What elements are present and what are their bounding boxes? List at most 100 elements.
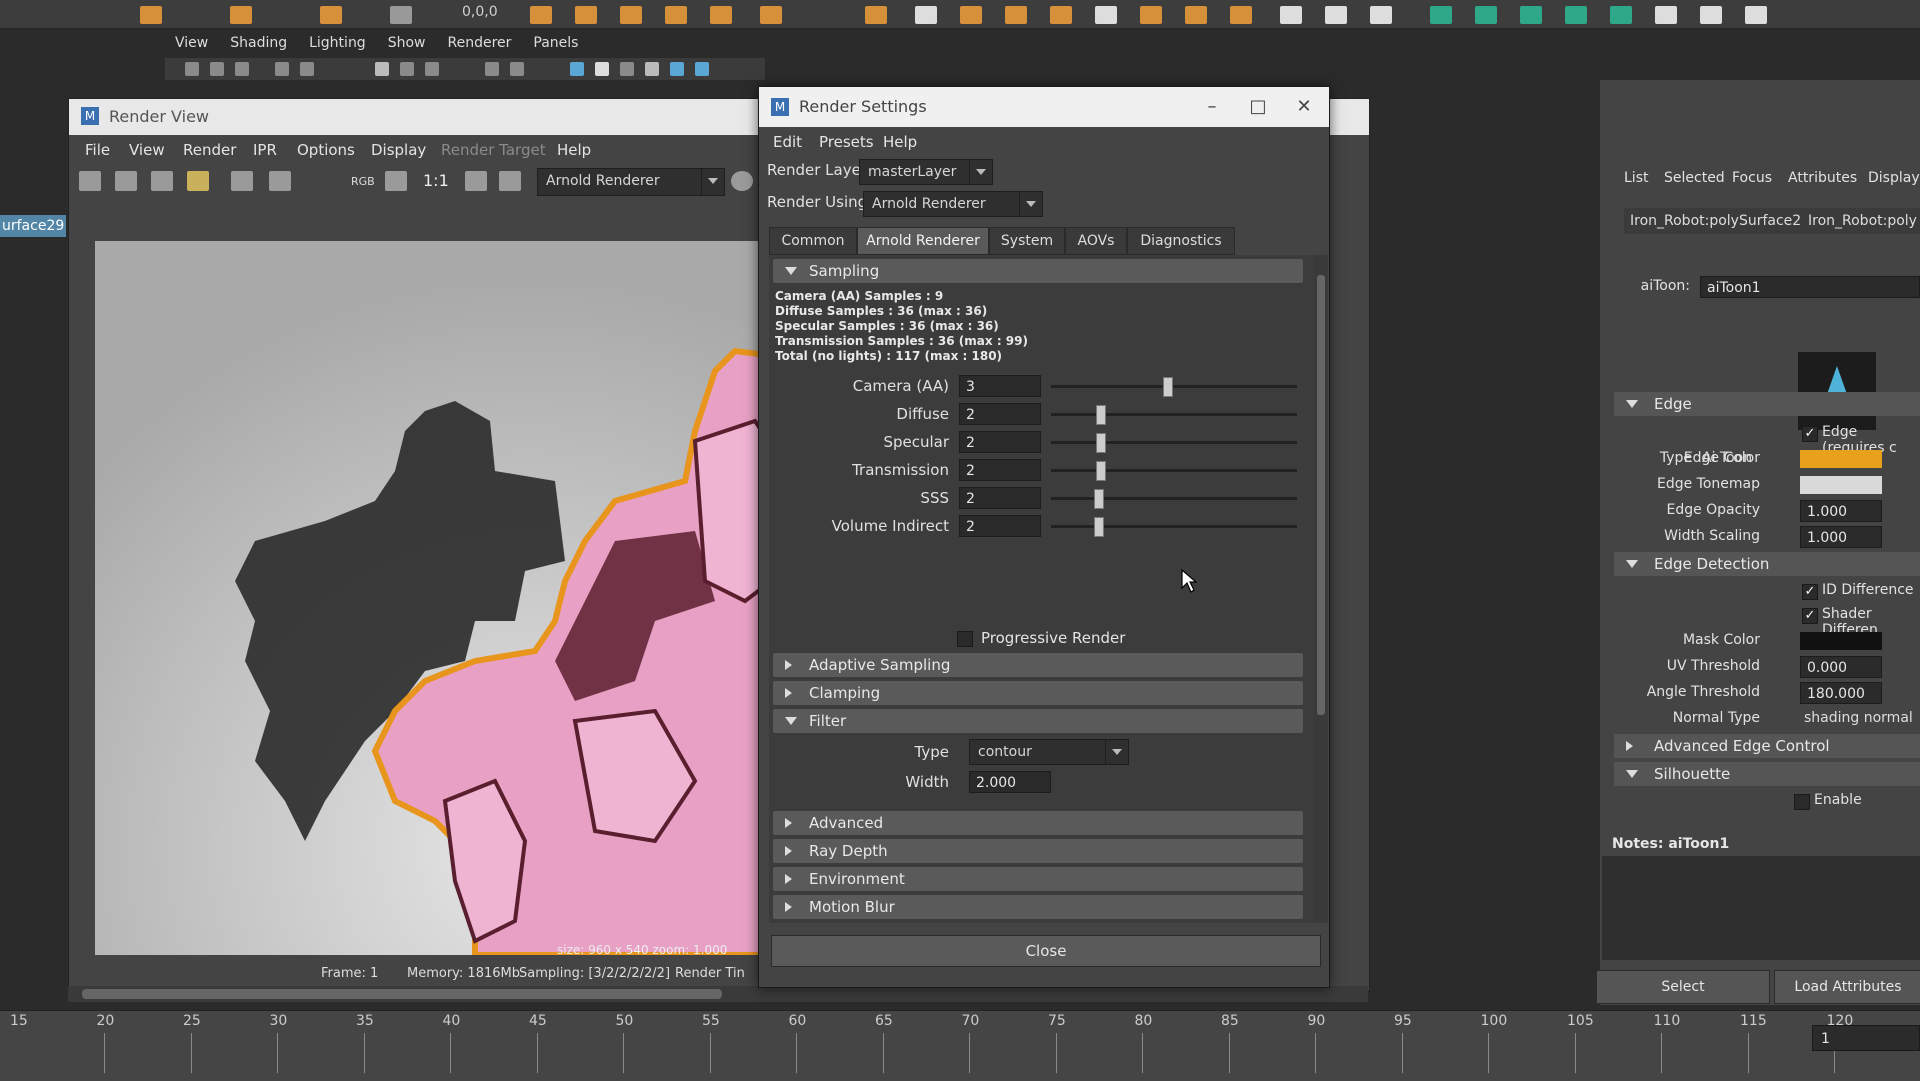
id-difference-checkbox[interactable]: ✓	[1802, 584, 1818, 600]
section-header-advanced[interactable]: Advanced	[773, 811, 1303, 835]
sampling-row-field[interactable]: 2	[959, 403, 1041, 425]
close-icon[interactable]: ✕	[1281, 87, 1327, 127]
sampling-section-header[interactable]: Sampling	[773, 259, 1303, 283]
toolbar-tool-icon[interactable]	[1280, 6, 1302, 24]
toolbar-tool-icon[interactable]	[960, 6, 982, 24]
ae-menu-list[interactable]: List	[1624, 170, 1648, 186]
filter-width-field[interactable]: 2.000	[969, 771, 1051, 793]
tool-icon[interactable]	[695, 62, 709, 76]
toolbar-tool-icon[interactable]	[1655, 6, 1677, 24]
sampling-row-slider[interactable]	[1051, 377, 1297, 397]
real-size-button[interactable]: 1:1	[423, 171, 449, 190]
edge-checkbox[interactable]: ✓	[1802, 426, 1818, 442]
rv-menu-render[interactable]: Render	[183, 141, 236, 159]
node-tab-poly[interactable]: Iron_Robot:poly	[1802, 208, 1920, 234]
toolbar-tool-icon[interactable]	[865, 6, 887, 24]
light-icon[interactable]	[670, 62, 684, 76]
ae-menu-focus[interactable]: Focus	[1732, 170, 1772, 186]
toolbar-tool-icon[interactable]	[1370, 6, 1392, 24]
edge-tonemap-swatch[interactable]	[1800, 476, 1882, 494]
filter-section-header[interactable]: Filter	[773, 709, 1303, 733]
ae-menu-selected[interactable]: Selected	[1664, 170, 1725, 186]
rs-menu-edit[interactable]: Edit	[773, 133, 802, 151]
angle-threshold-field[interactable]: 180.000	[1800, 682, 1882, 704]
sampling-row-slider[interactable]	[1051, 405, 1297, 425]
toolbar-tool-icon[interactable]	[230, 6, 252, 24]
render-using-dropdown[interactable]: Arnold Renderer	[863, 191, 1043, 217]
tab-aovs[interactable]: AOVs	[1065, 227, 1127, 255]
tool-icon[interactable]	[400, 62, 414, 76]
node-tab-polysurface[interactable]: Iron_Robot:polySurface29	[1624, 208, 1810, 234]
toolbar-tool-icon[interactable]	[140, 6, 162, 24]
edge-section-header[interactable]: Edge	[1614, 392, 1920, 416]
close-button[interactable]: Close	[771, 935, 1321, 967]
toolbar-tool-icon[interactable]	[620, 6, 642, 24]
rv-menu-file[interactable]: File	[85, 141, 110, 159]
panel-menu-lighting[interactable]: Lighting	[309, 35, 366, 51]
outliner-selected-item[interactable]: urface29	[0, 215, 66, 237]
render-settings-titlebar[interactable]: M Render Settings – □ ✕	[759, 87, 1329, 127]
scroll-thumb[interactable]	[82, 989, 722, 999]
tool-icon[interactable]	[620, 62, 634, 76]
refresh-icon[interactable]	[231, 171, 253, 191]
camera-icon[interactable]	[235, 62, 249, 76]
clamping-section-header[interactable]: Clamping	[773, 681, 1303, 705]
toolbar-tool-icon[interactable]	[1140, 6, 1162, 24]
render-layer-dropdown[interactable]: masterLayer	[859, 159, 993, 185]
toolbar-tool-icon[interactable]	[1185, 6, 1207, 24]
toolbar-tool-icon[interactable]	[390, 6, 412, 24]
rv-menu-display[interactable]: Display	[371, 141, 426, 159]
toolbar-tool-icon[interactable]	[665, 6, 687, 24]
adaptive-sampling-section-header[interactable]: Adaptive Sampling	[773, 653, 1303, 677]
progressive-render-checkbox[interactable]	[957, 631, 973, 647]
settings-vscroll[interactable]	[1314, 255, 1328, 923]
panel-menu-view[interactable]: View	[175, 35, 208, 51]
sampling-row-slider[interactable]	[1051, 489, 1297, 509]
tab-arnold-renderer[interactable]: Arnold Renderer	[857, 227, 989, 255]
mask-color-swatch[interactable]	[1800, 632, 1882, 650]
shader-difference-checkbox[interactable]: ✓	[1802, 608, 1818, 624]
toolbar-tool-icon[interactable]	[1095, 6, 1117, 24]
tool-icon[interactable]	[510, 62, 524, 76]
snapshot-icon[interactable]	[151, 171, 173, 191]
slider-handle[interactable]	[1094, 489, 1104, 509]
width-scaling-field[interactable]: 1.000	[1800, 526, 1882, 548]
uv-threshold-field[interactable]: 0.000	[1800, 656, 1882, 678]
slider-handle[interactable]	[1094, 517, 1104, 537]
zoom-icon[interactable]	[465, 171, 487, 191]
toolbar-tool-icon[interactable]	[1610, 6, 1632, 24]
ipr-icon[interactable]	[187, 171, 209, 191]
rv-menu-view[interactable]: View	[129, 141, 165, 159]
toolbar-tool-icon[interactable]	[710, 6, 732, 24]
tool-icon[interactable]	[275, 62, 289, 76]
advanced-edge-control-header[interactable]: Advanced Edge Control	[1614, 734, 1920, 758]
sampling-row-slider[interactable]	[1051, 517, 1297, 537]
frame-icon[interactable]	[499, 171, 521, 191]
section-header-environment[interactable]: Environment	[773, 867, 1303, 891]
aitoon-node-field[interactable]: aiToon1	[1700, 276, 1920, 298]
sampling-row-field[interactable]: 3	[959, 375, 1041, 397]
settings-icon[interactable]	[269, 171, 291, 191]
rv-menu-ipr[interactable]: IPR	[253, 141, 277, 159]
slider-handle[interactable]	[1163, 377, 1173, 397]
alpha-icon[interactable]	[385, 171, 407, 191]
current-frame-field[interactable]: 1	[1812, 1025, 1920, 1051]
sampling-row-slider[interactable]	[1051, 461, 1297, 481]
filter-type-dropdown[interactable]: contour	[969, 739, 1129, 765]
tool-icon[interactable]	[300, 62, 314, 76]
slider-handle[interactable]	[1096, 433, 1106, 453]
render-frame-icon[interactable]	[79, 171, 101, 191]
rgb-channel-label[interactable]: RGB	[351, 175, 375, 188]
sampling-row-field[interactable]: 2	[959, 487, 1041, 509]
load-attributes-button[interactable]: Load Attributes	[1774, 970, 1920, 1004]
toolbar-tool-icon[interactable]	[1005, 6, 1027, 24]
sampling-row-field[interactable]: 2	[959, 431, 1041, 453]
toolbar-tool-icon[interactable]	[760, 6, 782, 24]
toolbar-tool-icon[interactable]	[1700, 6, 1722, 24]
rv-menu-options[interactable]: Options	[297, 141, 355, 159]
grid-icon[interactable]	[375, 62, 389, 76]
panel-menu-renderer[interactable]: Renderer	[447, 35, 511, 51]
tab-diagnostics[interactable]: Diagnostics	[1127, 227, 1235, 255]
notes-textarea[interactable]	[1602, 856, 1920, 960]
normal-type-value[interactable]: shading normal	[1804, 710, 1913, 726]
